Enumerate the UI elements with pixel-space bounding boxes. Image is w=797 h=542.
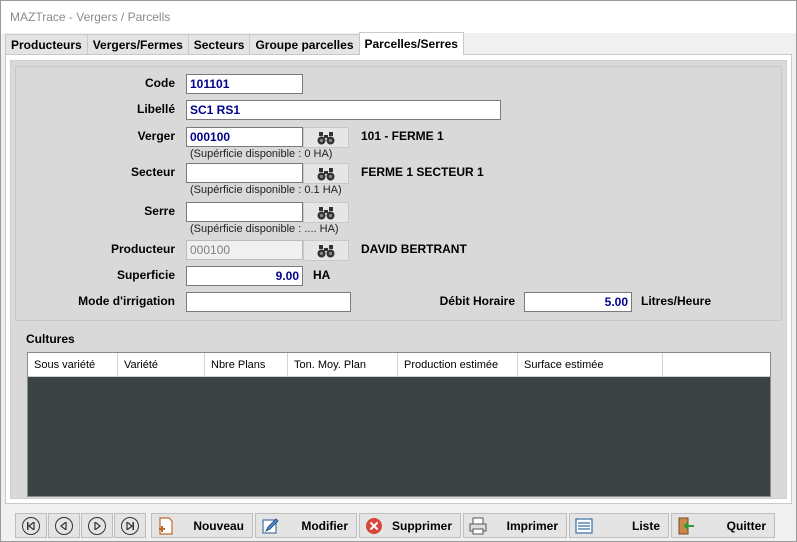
last-icon (121, 516, 139, 535)
secteur-lookup-button[interactable] (303, 163, 349, 184)
tab-panel: Code 101101 Libellé SC1 RS1 Verger 00010… (5, 54, 792, 504)
cultures-title: Cultures (26, 332, 75, 346)
liste-button[interactable]: Liste (569, 513, 669, 538)
debit-field[interactable]: 5.00 (524, 292, 632, 312)
nouveau-label: Nouveau (193, 519, 244, 533)
binoculars-icon (317, 167, 335, 180)
tab-producteurs[interactable]: Producteurs (5, 34, 88, 55)
serre-lookup-button[interactable] (303, 202, 349, 223)
debit-unit: Litres/Heure (641, 294, 712, 308)
prev-record-button[interactable] (48, 513, 80, 538)
col-surface-estimee[interactable]: Surface estimée (518, 353, 663, 377)
cultures-grid[interactable]: Sous variété Variété Nbre Plans Ton. Moy… (27, 352, 771, 497)
bottom-toolbar: Nouveau Modifier Supprimer Imprimer List… (15, 513, 775, 539)
code-label: Code (145, 76, 175, 90)
window-title: MAZTrace - Vergers / Parcells (10, 10, 171, 24)
binoculars-icon (317, 244, 335, 257)
tab-secteurs[interactable]: Secteurs (187, 34, 251, 55)
irrigation-field[interactable] (186, 292, 351, 312)
form-area: Code 101101 Libellé SC1 RS1 Verger 00010… (10, 60, 787, 499)
supprimer-button[interactable]: Supprimer (359, 513, 461, 538)
modifier-button[interactable]: Modifier (255, 513, 357, 538)
last-record-button[interactable] (114, 513, 146, 538)
quitter-label: Quitter (726, 519, 766, 533)
supprimer-label: Supprimer (391, 519, 452, 533)
verger-info: 101 - FERME 1 (361, 129, 444, 143)
tab-vergers-fermes[interactable]: Vergers/Fermes (86, 34, 189, 55)
debit-label: Débit Horaire (439, 294, 515, 308)
verger-field[interactable]: 000100 (186, 127, 303, 147)
serre-label: Serre (144, 204, 175, 218)
producteur-label: Producteur (110, 242, 175, 256)
exit-door-icon (678, 517, 694, 535)
first-record-button[interactable] (15, 513, 47, 538)
form-group-box: Code 101101 Libellé SC1 RS1 Verger 00010… (15, 66, 782, 321)
verger-label: Verger (137, 129, 175, 143)
code-field[interactable]: 101101 (186, 74, 303, 94)
new-document-icon (159, 517, 173, 535)
col-filler (663, 353, 770, 377)
secteur-field[interactable] (186, 163, 303, 183)
cultures-grid-header: Sous variété Variété Nbre Plans Ton. Moy… (28, 353, 770, 377)
libelle-field[interactable]: SC1 RS1 (186, 100, 501, 120)
edit-pencil-icon (262, 518, 279, 534)
serre-field[interactable] (186, 202, 303, 222)
previous-icon (55, 516, 73, 535)
producteur-info: DAVID BERTRANT (361, 242, 467, 256)
imprimer-button[interactable]: Imprimer (463, 513, 567, 538)
tab-parcelles-serres[interactable]: Parcelles/Serres (358, 32, 464, 55)
next-icon (88, 516, 106, 535)
secteur-hint: (Supérficie disponible : 0.1 HA) (190, 184, 342, 196)
secteur-info: FERME 1 SECTEUR 1 (361, 165, 484, 179)
title-bar: MAZTrace - Vergers / Parcells (1, 1, 796, 33)
superficie-unit: HA (313, 268, 331, 282)
binoculars-icon (317, 131, 335, 144)
verger-hint: (Supérficie disponible : 0 HA) (190, 148, 333, 160)
tab-groupe-parcelles[interactable]: Groupe parcelles (249, 34, 360, 55)
verger-lookup-button[interactable] (303, 127, 349, 148)
next-record-button[interactable] (81, 513, 113, 538)
col-nbre-plans[interactable]: Nbre Plans (205, 353, 288, 377)
delete-icon (366, 518, 382, 534)
col-variete[interactable]: Variété (118, 353, 205, 377)
irrigation-label: Mode d'irrigation (78, 294, 175, 308)
list-icon (575, 518, 593, 534)
first-icon (22, 516, 40, 535)
superficie-field[interactable]: 9.00 (186, 266, 303, 286)
binoculars-icon (317, 206, 335, 219)
superficie-label: Superficie (116, 268, 175, 282)
printer-icon (469, 517, 487, 535)
secteur-label: Secteur (130, 165, 175, 179)
modifier-label: Modifier (301, 519, 348, 533)
serre-hint: (Supérficie disponible : .... HA) (190, 223, 339, 235)
producteur-lookup-button[interactable] (303, 240, 349, 261)
col-ton-moy-plan[interactable]: Ton. Moy. Plan (288, 353, 398, 377)
producteur-field: 000100 (186, 240, 303, 260)
app-window: MAZTrace - Vergers / Parcells Producteur… (0, 0, 797, 542)
col-production-estimee[interactable]: Production estimée (398, 353, 518, 377)
tab-strip: Producteurs Vergers/Fermes Secteurs Grou… (5, 32, 464, 55)
imprimer-label: Imprimer (506, 519, 558, 533)
libelle-label: Libellé (136, 102, 175, 116)
col-sous-variete[interactable]: Sous variété (28, 353, 118, 377)
nouveau-button[interactable]: Nouveau (151, 513, 253, 538)
liste-label: Liste (631, 519, 660, 533)
quitter-button[interactable]: Quitter (671, 513, 775, 538)
